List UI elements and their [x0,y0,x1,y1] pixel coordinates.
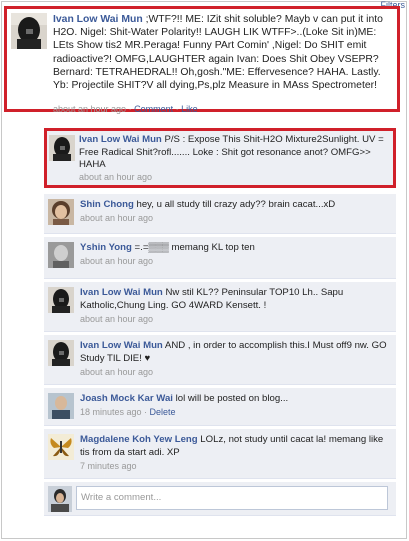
comment-link[interactable]: Comment [134,104,173,114]
viewer-avatar [48,486,74,512]
comment-item: Ivan Low Wai Mun P/S : Expose This Shit-… [44,128,396,188]
post-meta: about an hour ago · Comment · Like [53,104,198,114]
post-author[interactable]: Ivan Low Wai Mun [53,14,143,25]
comment-body: Ivan Low Wai Mun Nw stil KL?? Peninsular… [80,287,390,312]
comment-body: Ivan Low Wai Mun P/S : Expose This Shit-… [79,134,387,172]
commenter-avatar[interactable] [48,287,74,313]
comment-time[interactable]: about an hour ago [80,367,153,377]
comment-body: Magdalene Koh Yew Leng LOLz, not study u… [80,434,390,459]
comment-item: Ivan Low Wai Mun AND , in order to accom… [44,335,396,385]
comment-text: lol will be posted on blog... [172,393,289,404]
commenter-avatar[interactable] [48,199,74,225]
write-comment-row: Write a comment... [44,482,396,516]
comment-item: Yshin Yong =.=▒▒▒ memang KL top ten abou… [44,237,396,279]
comment-time[interactable]: about an hour ago [80,314,153,324]
comment-author[interactable]: Joash Mock Kar Wai [80,393,173,404]
comment-text: hey, u all study till crazy ady?? brain … [133,199,336,210]
post-body: Ivan Low Wai Mun ;WTF?!! ME: IZit shit s… [53,13,391,92]
write-comment-input[interactable]: Write a comment... [76,486,388,510]
post-text: ;WTF?!! ME: IZit shit soluble? Mayb v ca… [53,14,383,92]
commenter-avatar[interactable] [48,340,74,366]
author-avatar[interactable] [11,13,47,49]
comment-author[interactable]: Ivan Low Wai Mun [79,134,162,145]
comment-time[interactable]: about an hour ago [80,256,153,266]
commenter-avatar[interactable] [49,135,75,161]
commenter-avatar[interactable] [48,393,74,419]
commenter-avatar[interactable] [48,242,74,268]
commenter-avatar[interactable] [48,434,74,460]
comment-item: Ivan Low Wai Mun Nw stil KL?? Peninsular… [44,282,396,332]
comment-author[interactable]: Yshin Yong [80,242,132,253]
comment-body: Shin Chong hey, u all study till crazy a… [80,199,390,212]
comment-author[interactable]: Ivan Low Wai Mun [80,340,163,351]
comment-time[interactable]: about an hour ago [79,172,152,182]
delete-link[interactable]: Delete [150,407,176,417]
comment-body: Yshin Yong =.=▒▒▒ memang KL top ten [80,242,390,255]
comment-text: =.=▒▒▒ memang KL top ten [131,242,255,253]
comment-body: Ivan Low Wai Mun AND , in order to accom… [80,340,390,365]
comment-body: Joash Mock Kar Wai lol will be posted on… [80,393,390,406]
comment-time[interactable]: 18 minutes ago [80,407,142,417]
comment-author[interactable]: Ivan Low Wai Mun [80,287,163,298]
main-post: Ivan Low Wai Mun ;WTF?!! ME: IZit shit s… [4,6,400,114]
comment-time[interactable]: about an hour ago [80,213,153,223]
comment-item: Magdalene Koh Yew Leng LOLz, not study u… [44,429,396,479]
comment-item: Joash Mock Kar Wai lol will be posted on… [44,388,396,426]
like-link[interactable]: Like [181,104,198,114]
comment-meta: 18 minutes ago · Delete [80,407,176,417]
post-time[interactable]: about an hour ago [53,104,126,114]
comment-author[interactable]: Shin Chong [80,199,134,210]
write-comment-placeholder: Write a comment... [81,492,162,503]
meta-separator: · [173,104,182,114]
comment-time[interactable]: 7 minutes ago [80,461,137,471]
comment-list: Ivan Low Wai Mun P/S : Expose This Shit-… [44,128,396,516]
comment-item: Shin Chong hey, u all study till crazy a… [44,194,396,234]
comment-author[interactable]: Magdalene Koh Yew Leng [80,434,198,445]
meta-separator: · [126,104,135,114]
